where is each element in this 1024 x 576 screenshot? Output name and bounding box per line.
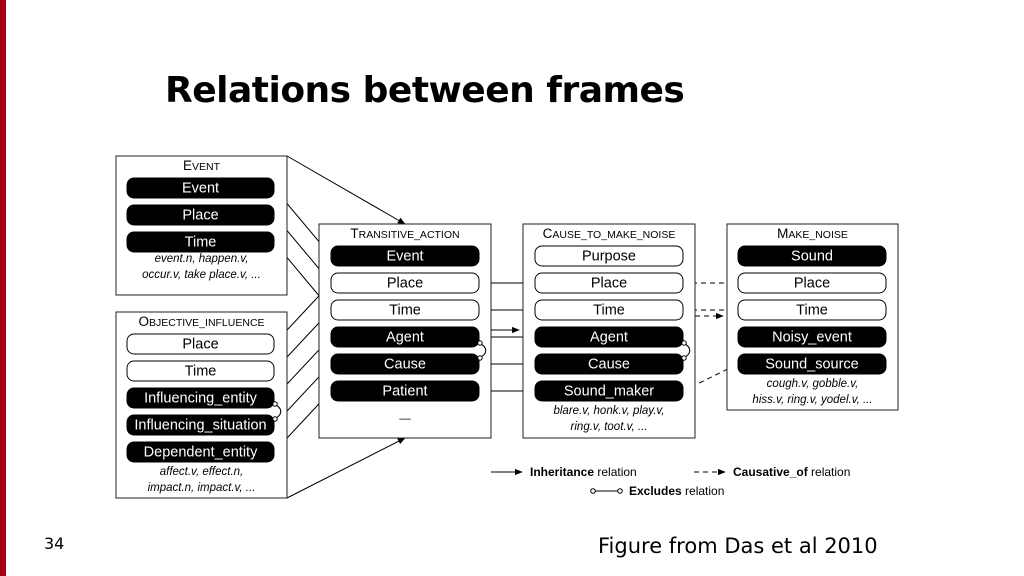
- frame-element: Influencing_situation: [126, 414, 275, 436]
- frame-element: Place: [330, 272, 480, 294]
- frame-element: Place: [534, 272, 684, 294]
- frame-element-label: Time: [796, 303, 828, 319]
- frame-title: OBJECTIVE_INFLUENCE: [138, 314, 264, 329]
- legend-causative: Causative_of relation: [733, 465, 850, 479]
- lexical-units: cough.v, gobble.v,: [767, 378, 859, 390]
- excludes-end: [681, 340, 687, 346]
- frame-transitive-action: TRANSITIVE_ACTION Event Place Time Agent Caus…: [318, 223, 492, 439]
- frame-element-label: Noisy_event: [772, 330, 852, 346]
- frame-title: EVENT: [183, 158, 221, 173]
- legend-excludes-end: [590, 488, 596, 494]
- frame-element: Agent: [330, 326, 480, 348]
- frame-element: Event: [330, 245, 480, 267]
- lexical-units: ring.v, toot.v, ...: [571, 421, 648, 433]
- frame-element-label: Agent: [590, 330, 628, 346]
- frame-make-noise: MAKE_NOISE Sound Place Time Noisy_event Sound…: [726, 223, 899, 411]
- frame-element: Time: [737, 299, 887, 321]
- frame-element: Event: [126, 177, 275, 199]
- frame-element: Place: [126, 204, 275, 226]
- frame-element-label: Event: [182, 181, 219, 197]
- frame-element-label: Time: [185, 364, 217, 380]
- frame-event: EVENT Event Place Time event.n, happen.v, occ…: [115, 155, 288, 296]
- inheritance-edge-objective-frame: [286, 437, 406, 499]
- frame-element: Cause: [534, 353, 684, 375]
- excludes-end: [477, 355, 483, 361]
- frame-element: Influencing_entity: [126, 387, 275, 409]
- frame-element-label: Time: [389, 303, 421, 319]
- lexical-units: occur.v, take place.v, ...: [142, 269, 261, 281]
- frame-element-label: Cause: [588, 357, 630, 373]
- frame-element-label: Cause: [384, 357, 426, 373]
- legend: Inheritance relation Causative_of relati…: [491, 465, 850, 498]
- frame-element-label: Patient: [382, 384, 427, 400]
- frame-cause-to-make-noise: CAUSE_TO_MAKE_NOISE Purpose Place Time Agent…: [522, 223, 696, 439]
- frame-relations-diagram: EVENT Event Place Time event.n, happen.v, occ…: [115, 155, 899, 499]
- lexical-units: hiss.v, ring.v, yodel.v, ...: [752, 394, 872, 406]
- frame-objective-influence: OBJECTIVE_INFLUENCE Place Time Influencing_…: [115, 311, 288, 499]
- frame-element-label: Sound_source: [765, 357, 859, 373]
- frame-element-label: Agent: [386, 330, 424, 346]
- frame-element: Noisy_event: [737, 326, 887, 348]
- inheritance-edge-event-frame: [286, 155, 406, 225]
- lexical-units: blare.v, honk.v, play.v,: [553, 405, 664, 417]
- frame-element: Sound_source: [737, 353, 887, 375]
- excludes-end: [272, 401, 278, 407]
- frame-element-label: Place: [182, 208, 218, 224]
- frame-title: TRANSITIVE_ACTION: [350, 226, 459, 241]
- lexical-units: event.n, happen.v,: [155, 253, 249, 265]
- excludes-end: [272, 416, 278, 422]
- frame-element-label: Place: [387, 276, 423, 292]
- frame-element-label: Sound: [791, 249, 833, 265]
- frame-element-label: Place: [794, 276, 830, 292]
- frame-element: Time: [126, 360, 275, 382]
- frame-element-label: Purpose: [582, 249, 636, 265]
- frame-element-label: Time: [185, 235, 217, 251]
- lexical-units: affect.v, effect.n,: [160, 466, 244, 478]
- frame-element-label: Time: [593, 303, 625, 319]
- frame-element: Sound_maker: [534, 380, 684, 402]
- frame-element-label: Event: [386, 249, 423, 265]
- frame-element: Time: [330, 299, 480, 321]
- frame-element-label: Dependent_entity: [144, 445, 258, 461]
- frame-element: Agent: [534, 326, 684, 348]
- excludes-end: [681, 355, 687, 361]
- lexical-units: —: [398, 413, 411, 425]
- frame-element: Place: [737, 272, 887, 294]
- frame-element: Place: [126, 333, 275, 355]
- frame-title: CAUSE_TO_MAKE_NOISE: [543, 226, 676, 241]
- lexical-units: impact.n, impact.v, ...: [148, 482, 256, 494]
- legend-inheritance: Inheritance relation: [530, 465, 637, 479]
- legend-excludes: Excludes relation: [629, 484, 724, 498]
- frame-element-label: Influencing_situation: [134, 418, 266, 434]
- frame-element: Purpose: [534, 245, 684, 267]
- frame-element-label: Place: [182, 337, 218, 353]
- frame-element: Time: [126, 231, 275, 253]
- frame-element-label: Place: [591, 276, 627, 292]
- legend-excludes-end: [617, 488, 623, 494]
- frame-element: Cause: [330, 353, 480, 375]
- frame-element: Time: [534, 299, 684, 321]
- frame-element: Dependent_entity: [126, 441, 275, 463]
- frame-element-label: Influencing_entity: [144, 391, 258, 407]
- frame-element: Sound: [737, 245, 887, 267]
- excludes-end: [477, 340, 483, 346]
- frame-title: MAKE_NOISE: [777, 226, 848, 241]
- frame-element: Patient: [330, 380, 480, 402]
- frames-layer: EVENT Event Place Time event.n, happen.v, occ…: [115, 155, 899, 499]
- frame-element-label: Sound_maker: [564, 384, 654, 400]
